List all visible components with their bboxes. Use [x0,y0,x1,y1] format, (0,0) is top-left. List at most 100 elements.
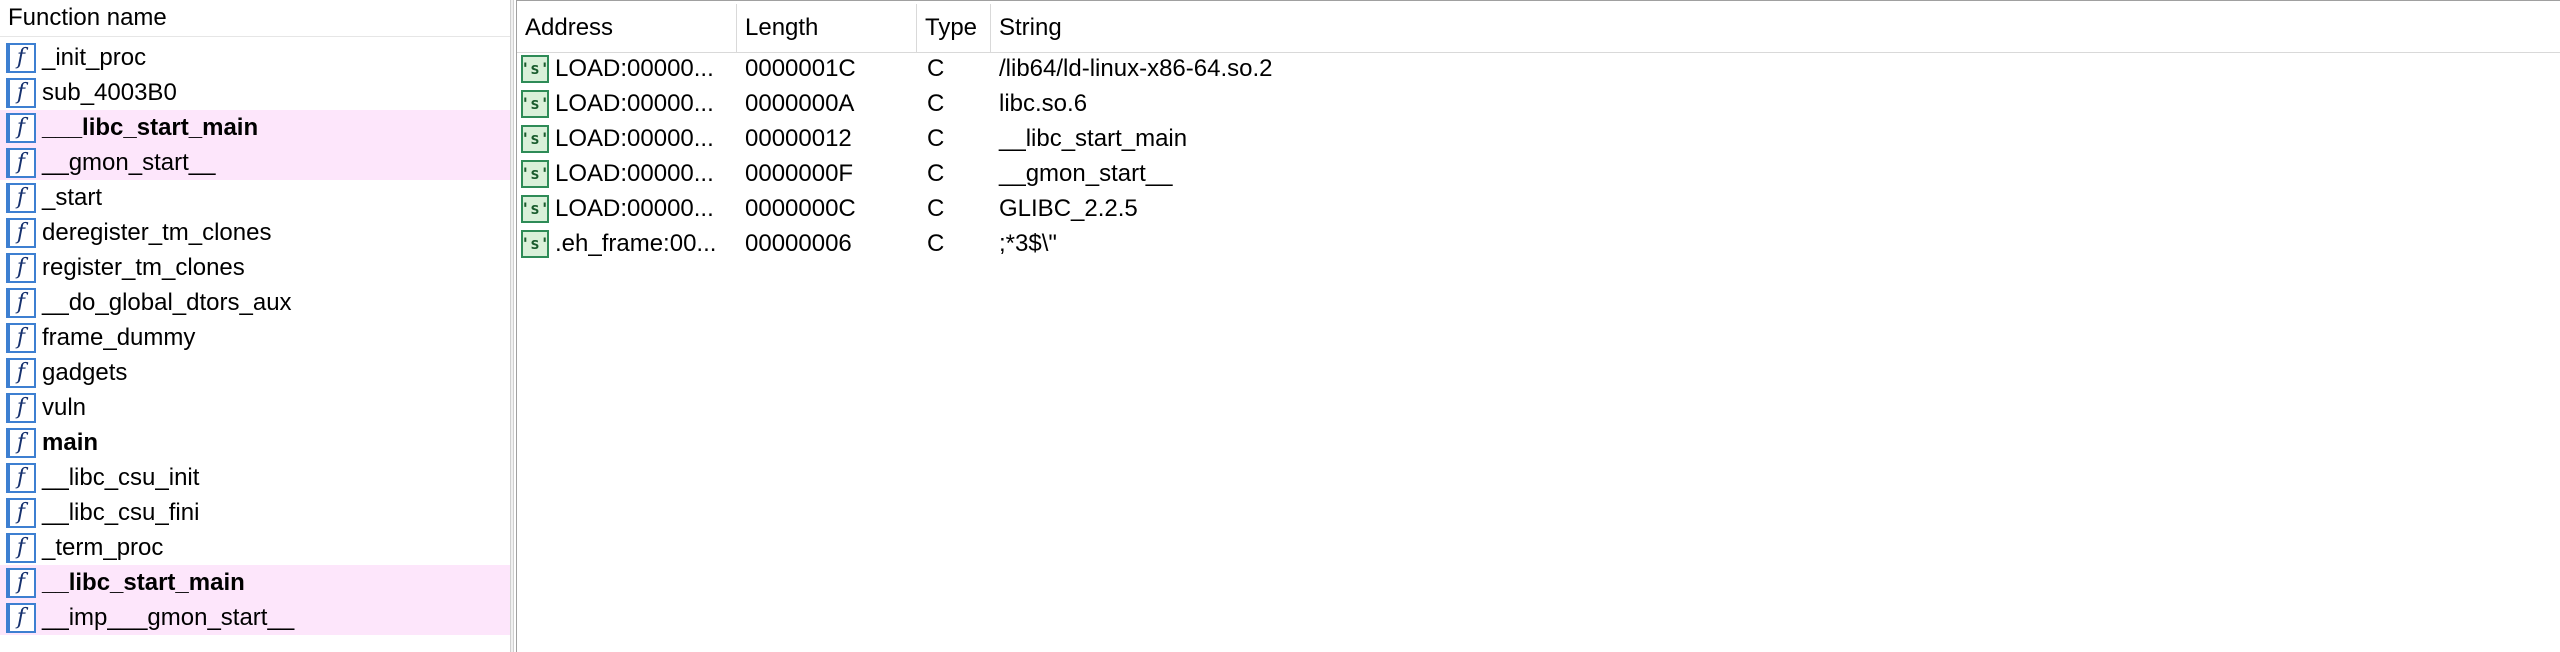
string-address: .eh_frame:00... [555,229,717,257]
function-name: __gmon_start__ [42,148,216,176]
function-list: f _init_proc f sub_4003B0 f ___libc_start_mai… [0,40,510,635]
string-length: 0000000C [745,194,856,222]
function-row[interactable]: f _start [0,180,510,215]
string-address-cell: 's' LOAD:00000... [517,89,737,118]
function-name: main [42,428,99,456]
function-name: _term_proc [42,533,164,561]
function-icon: f [6,602,36,633]
string-row[interactable]: 's' LOAD:00000... 0000000F C __gmon_start__ [517,156,2560,191]
string-column-header[interactable]: String [991,4,2560,52]
function-icon: f [6,182,36,213]
function-row[interactable]: f _init_proc [0,40,510,75]
function-row[interactable]: f sub_4003B0 [0,75,510,110]
function-icon: f [6,147,36,178]
string-row[interactable]: 's' LOAD:00000... 0000000C C GLIBC_2.2.5 [517,191,2560,226]
function-name: frame_dummy [42,323,196,351]
function-row[interactable]: f main [0,425,510,460]
function-name: _start [42,183,103,211]
string-value: __gmon_start__ [999,159,1173,187]
string-address-cell: 's' LOAD:00000... [517,159,737,188]
function-row[interactable]: f deregister_tm_clones [0,215,510,250]
string-address-cell: 's' .eh_frame:00... [517,229,737,258]
string-icon: 's' [521,194,549,223]
string-address-cell: 's' LOAD:00000... [517,194,737,223]
function-row[interactable]: f _term_proc [0,530,510,565]
function-name: deregister_tm_clones [42,218,272,246]
function-row[interactable]: f gadgets [0,355,510,390]
string-value: __libc_start_main [999,124,1188,152]
string-icon: 's' [521,124,549,153]
string-address: LOAD:00000... [555,194,714,222]
string-length: 00000006 [745,229,852,257]
function-row[interactable]: f __gmon_start__ [0,145,510,180]
function-row[interactable]: f __do_global_dtors_aux [0,285,510,320]
string-row[interactable]: 's' LOAD:00000... 00000012 C __libc_start_ma… [517,121,2560,156]
string-address-cell: 's' LOAD:00000... [517,54,737,83]
string-row[interactable]: 's' LOAD:00000... 0000000A Clibc.so.6 [517,86,2560,121]
function-row[interactable]: f ___libc_start_main [0,110,510,145]
function-name: sub_4003B0 [42,78,177,106]
strings-table-body: 's' LOAD:00000... 0000001C C/lib64/ld-linux… [517,51,2560,261]
string-type: C [927,54,945,82]
function-row[interactable]: f __libc_start_main [0,565,510,600]
string-value: GLIBC_2.2.5 [999,194,1138,222]
type-column-header[interactable]: Type [917,4,991,52]
string-type: C [927,124,945,152]
function-icon: f [6,77,36,108]
function-name: register_tm_clones [42,253,245,281]
string-address-cell: 's' LOAD:00000... [517,124,737,153]
string-address: LOAD:00000... [555,54,714,82]
string-address: LOAD:00000... [555,89,714,117]
string-length: 0000000A [745,89,855,117]
function-icon: f [6,322,36,353]
function-name: __do_global_dtors_aux [42,288,292,316]
function-name: _init_proc [42,43,147,71]
function-icon: f [6,532,36,563]
string-value: ;*3$\" [999,229,1057,257]
function-row[interactable]: f vuln [0,390,510,425]
string-icon: 's' [521,54,549,83]
function-name: ___libc_start_main [42,113,259,141]
functions-panel: Function name f _init_proc f sub_4003B0 f ___… [0,0,510,652]
function-icon: f [6,357,36,388]
function-icon: f [6,497,36,528]
function-name: __imp___gmon_start__ [42,603,295,631]
string-address: LOAD:00000... [555,124,714,152]
function-icon: f [6,112,36,143]
function-icon: f [6,392,36,423]
address-column-header[interactable]: Address [517,4,737,52]
string-icon: 's' [521,229,549,258]
function-name: vuln [42,393,87,421]
function-name-column-header[interactable]: Function name [0,0,510,37]
string-icon: 's' [521,159,549,188]
function-row[interactable]: f frame_dummy [0,320,510,355]
function-name: gadgets [42,358,128,386]
string-address: LOAD:00000... [555,159,714,187]
function-icon: f [6,287,36,318]
function-row[interactable]: f register_tm_clones [0,250,510,285]
function-row[interactable]: f __libc_csu_fini [0,495,510,530]
string-length: 00000012 [745,124,852,152]
string-value: /lib64/ld-linux-x86-64.so.2 [999,54,1273,82]
function-name: __libc_csu_init [42,463,200,491]
string-type: C [927,159,945,187]
strings-panel: Address Length Type String 's' LOAD:00000… [516,0,2560,652]
function-icon: f [6,252,36,283]
function-row[interactable]: f __libc_csu_init [0,460,510,495]
function-name: __libc_start_main [42,568,245,596]
function-name: __libc_csu_fini [42,498,200,526]
string-icon: 's' [521,89,549,118]
function-icon: f [6,42,36,73]
function-row[interactable]: f __imp___gmon_start__ [0,600,510,635]
string-type: C [927,89,945,117]
length-column-header[interactable]: Length [737,4,917,52]
strings-table-header: Address Length Type String [517,4,2560,53]
string-length: 0000001C [745,54,856,82]
function-icon: f [6,427,36,458]
string-value: libc.so.6 [999,89,1088,117]
string-row[interactable]: 's' LOAD:00000... 0000001C C/lib64/ld-linux… [517,51,2560,86]
string-type: C [927,229,945,257]
string-type: C [927,194,945,222]
string-row[interactable]: 's' .eh_frame:00... 00000006 C ;*3$\" [517,226,2560,261]
panel-splitter[interactable] [510,0,514,652]
